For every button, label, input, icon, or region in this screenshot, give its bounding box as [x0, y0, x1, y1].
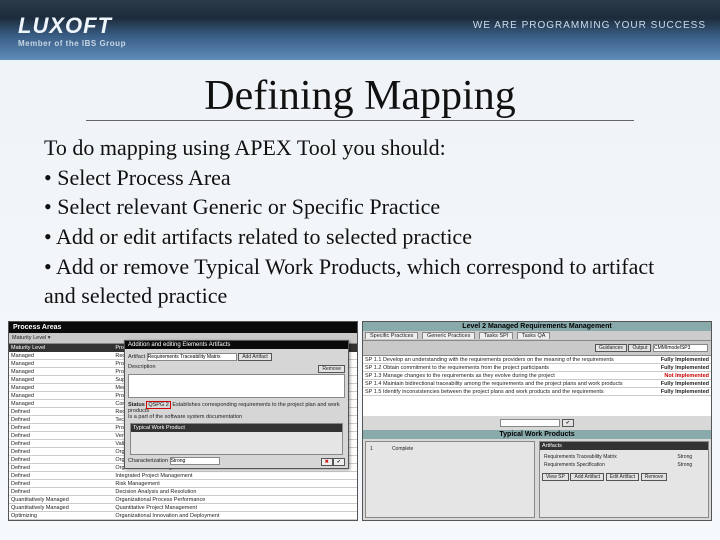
accept-icon[interactable]: ✔ — [562, 419, 574, 427]
slide-title: Defining Mapping — [86, 72, 633, 121]
bullet-item: Select relevant Generic or Specific Prac… — [44, 192, 676, 222]
model-field[interactable] — [653, 344, 708, 352]
col-header: Maturity Level — [9, 344, 113, 352]
twp-row: 1 Complete — [370, 446, 530, 452]
screenshots-row: Process Areas Maturity Level ▾ Maturity … — [8, 321, 712, 521]
add-artifact-button[interactable]: Add Artifact — [238, 353, 272, 361]
artifact-label: Artifact — [128, 354, 145, 360]
window-titlebar: Process Areas — [9, 322, 357, 333]
process-areas-window: Process Areas Maturity Level ▾ Maturity … — [8, 321, 358, 521]
guidances-button[interactable]: Guidances — [595, 344, 627, 352]
intro-line: To do mapping using APEX Tool you should… — [44, 133, 676, 163]
ok-icon[interactable]: ✔ — [333, 458, 345, 466]
table-row[interactable]: Quantitatively ManagedOrganizational Pro… — [9, 496, 357, 504]
table-row[interactable]: Quantitatively ManagedQuantitative Proje… — [9, 504, 357, 512]
table-row[interactable]: DefinedDecision Analysis and Resolution — [9, 488, 357, 496]
level-titlebar: Level 2 Managed Requirements Management — [363, 322, 711, 331]
sp-row[interactable]: SP 1.4 Maintain bidirectional traceabili… — [363, 380, 711, 388]
sp-row[interactable]: SP 1.3 Manage changes to the requirement… — [363, 372, 711, 380]
table-row[interactable]: OptimizingCausal Analysis and Resolution — [9, 520, 357, 521]
twp-label: Typical Work Product — [131, 424, 342, 432]
tab-qa[interactable]: Tasks QA — [517, 332, 551, 339]
table-row[interactable]: DefinedRisk Management — [9, 480, 357, 488]
logo: LUXOFT Member of the IBS Group — [18, 13, 126, 48]
bullet-item: Add or edit artifacts related to selecte… — [44, 222, 676, 252]
bullet-item: Add or remove Typical Work Products, whi… — [44, 252, 676, 311]
logo-text: LUXOFT — [18, 13, 112, 38]
sp-row[interactable]: SP 1.2 Obtain commitment to the requirem… — [363, 364, 711, 372]
view-sp-button[interactable]: View SP — [542, 473, 569, 481]
status-note: Is a part of the software system documen… — [128, 414, 345, 420]
bullet-list: Select Process Area Select relevant Gene… — [44, 163, 676, 311]
remove-button[interactable]: Remove — [641, 473, 668, 481]
tab-row: Specific Practices Generic Practices Tas… — [363, 331, 711, 341]
tab-generic[interactable]: Generic Practices — [422, 332, 475, 339]
sp-row[interactable]: SP 1.1 Develop an understanding with the… — [363, 356, 711, 364]
status-value: QSPG 2 — [146, 401, 170, 409]
artifact-row: Requirements SpecificationStrong — [544, 462, 704, 468]
logo-subtext: Member of the IBS Group — [18, 39, 126, 48]
cancel-icon[interactable]: ✖ — [321, 458, 333, 466]
artifact-input[interactable] — [147, 353, 237, 361]
remove-button[interactable]: Remove — [318, 365, 345, 373]
table-row[interactable]: OptimizingOrganizational Innovation and … — [9, 512, 357, 520]
artifact-dialog: Addition and editing Elements Artifacts … — [124, 340, 349, 469]
sp-row[interactable]: SP 1.5 Identify inconsistencies between … — [363, 388, 711, 396]
tab-spi[interactable]: Tasks SPI — [479, 332, 513, 339]
slide-body: To do mapping using APEX Tool you should… — [44, 133, 676, 311]
characterization-label: Characterization — [128, 458, 168, 464]
artifacts-title: Artifacts — [540, 442, 708, 450]
description-label: Description — [128, 364, 156, 370]
tab-specific[interactable]: Specific Practices — [365, 332, 418, 339]
output-button[interactable]: Output — [628, 344, 651, 352]
description-textarea[interactable] — [128, 374, 345, 398]
characterization-input[interactable] — [170, 457, 220, 465]
edit-artifact-button[interactable]: Edit Artifact — [606, 473, 639, 481]
dialog-title: Addition and editing Elements Artifacts — [125, 341, 348, 349]
artifact-row: Requirements Traceability MatrixStrong — [544, 454, 704, 460]
bullet-item: Select Process Area — [44, 163, 676, 193]
practices-window: Level 2 Managed Requirements Management … — [362, 321, 712, 521]
table-row[interactable]: DefinedIntegrated Project Management — [9, 472, 357, 480]
brand-header: LUXOFT Member of the IBS Group WE ARE PR… — [0, 0, 720, 60]
filter-input[interactable] — [500, 419, 560, 427]
tagline: WE ARE PROGRAMMING YOUR SUCCESS — [473, 20, 706, 31]
twp-title: Typical Work Products — [363, 430, 711, 439]
add-artifact-button[interactable]: Add Artifact — [570, 473, 604, 481]
